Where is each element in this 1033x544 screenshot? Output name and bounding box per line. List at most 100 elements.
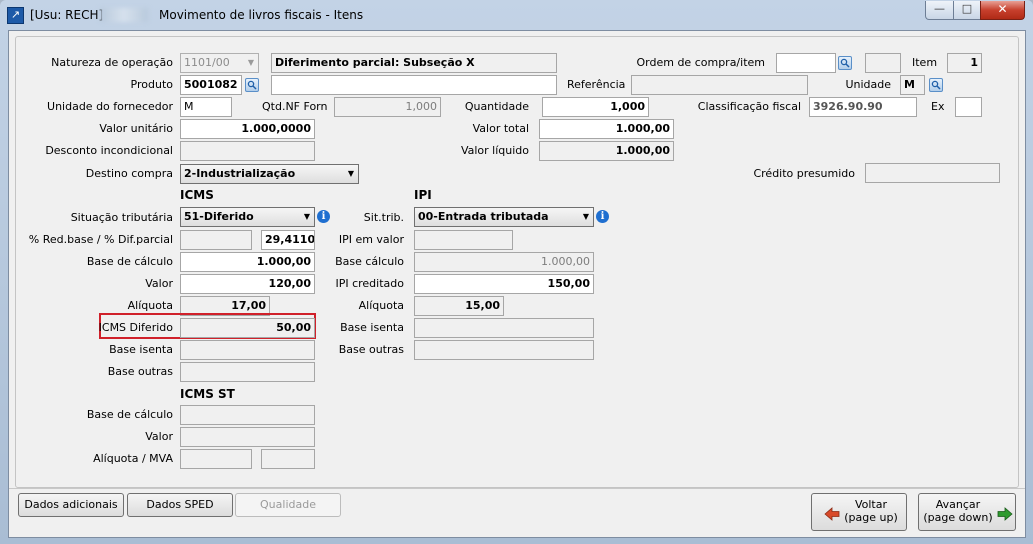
qualidade-button[interactable]: Qualidade [235, 493, 341, 517]
referencia-label: Referência [567, 78, 626, 91]
ipi-sit-trib-value: 00-Entrada tributada [418, 210, 549, 223]
qtd-nf-forn-field: 1,000 [334, 97, 441, 117]
valor-total-input[interactable]: 1.000,00 [539, 119, 674, 139]
produto-input[interactable]: 5001082 [180, 75, 242, 95]
unidade-search-icon[interactable] [929, 78, 943, 92]
natureza-description: Diferimento parcial: Subseção X [271, 53, 557, 73]
valor-liquido-label: Valor líquido [460, 144, 529, 157]
unidade-label: Unidade [845, 78, 891, 91]
classificacao-fiscal-input[interactable]: 3926.90.90 [809, 97, 917, 117]
dados-adicionais-button[interactable]: Dados adicionais [18, 493, 124, 517]
ipi-creditado-input[interactable]: 150,00 [414, 274, 594, 294]
icms-aliquota-label: Alíquota [127, 299, 173, 312]
ipi-base-calculo-label: Base cálculo [335, 255, 404, 268]
desconto-label: Desconto incondicional [45, 144, 173, 157]
credito-presumido-label: Crédito presumido [753, 167, 855, 180]
dados-adicionais-label: Dados adicionais [24, 498, 118, 511]
natureza-value: 1101/00 [184, 56, 230, 69]
valor-liquido-field: 1.000,00 [539, 141, 674, 161]
icms-st-aliquota-mva-label: Alíquota / MVA [93, 452, 173, 465]
unidade-fornecedor-label: Unidade do fornecedor [47, 100, 173, 113]
valor-unitario-label: Valor unitário [99, 122, 173, 135]
ipi-base-outras-label: Base outras [338, 343, 404, 356]
minimize-button[interactable]: — [925, 1, 954, 20]
window: ↗ [Usu: RECH] Movimento de livros fiscai… [0, 0, 1033, 544]
natureza-label: Natureza de operação [51, 56, 173, 69]
produto-search-icon[interactable] [245, 78, 259, 92]
dados-sped-label: Dados SPED [146, 498, 214, 511]
destino-compra-select[interactable]: 2-Industrialização ▼ [180, 164, 359, 184]
icms-base-isenta-label: Base isenta [109, 343, 173, 356]
ipi-valor-field [414, 230, 513, 250]
item-label: Item [912, 56, 938, 69]
chevron-down-icon: ▼ [347, 169, 354, 178]
app-icon: ↗ [7, 7, 24, 24]
produto-description-input[interactable] [271, 75, 557, 95]
voltar-label: Voltar [854, 498, 888, 511]
desconto-field [180, 141, 315, 161]
red-base-label: % Red.base / % Dif.parcial [28, 233, 173, 246]
avancar-button[interactable]: Avançar (page down) [918, 493, 1016, 531]
ipi-aliquota-label: Alíquota [358, 299, 404, 312]
ipi-info-icon[interactable]: i [596, 210, 609, 223]
quantidade-input[interactable]: 1,000 [542, 97, 649, 117]
quantidade-label: Quantidade [464, 100, 529, 113]
chevron-down-icon: ▼ [582, 212, 589, 221]
ordem-search-icon[interactable] [838, 56, 852, 70]
window-user-label: [Usu: RECH] [30, 8, 104, 22]
ex-input[interactable] [955, 97, 982, 117]
ipi-base-calculo-field: 1.000,00 [414, 252, 594, 272]
arrow-right-icon [997, 507, 1013, 521]
dados-sped-button[interactable]: Dados SPED [127, 493, 233, 517]
qtd-nf-forn-label: Qtd.NF Forn [262, 100, 328, 113]
ordem-label: Ordem de compra/item [636, 56, 766, 69]
credito-presumido-field [865, 163, 1000, 183]
ipi-base-isenta-field [414, 318, 594, 338]
icms-st-aliquota-field [180, 449, 252, 469]
produto-label: Produto [130, 78, 173, 91]
maximize-button[interactable]: □ [953, 1, 981, 20]
icms-situacao-select[interactable]: 51-Diferido ▼ [180, 207, 315, 227]
red-base-field [180, 230, 252, 250]
icms-valor-input[interactable]: 120,00 [180, 274, 315, 294]
title-bar[interactable]: ↗ [Usu: RECH] Movimento de livros fiscai… [0, 0, 1033, 30]
unidade-fornecedor-input[interactable]: M [180, 97, 232, 117]
dif-parcial-input[interactable]: 29,4110 [261, 230, 315, 250]
redacted-area [100, 8, 148, 22]
avancar-label: Avançar [935, 498, 981, 511]
classificacao-fiscal-label: Classificação fiscal [697, 100, 801, 113]
voltar-button[interactable]: Voltar (page up) [811, 493, 907, 531]
icms-info-icon[interactable]: i [317, 210, 330, 223]
icms-diferido-field: 50,00 [180, 318, 315, 338]
valor-unitario-input[interactable]: 1.000,0000 [180, 119, 315, 139]
unidade-field: M [900, 75, 925, 95]
avancar-shortcut: (page down) [923, 511, 993, 524]
icms-base-isenta-field [180, 340, 315, 360]
chevron-down-icon: ▼ [247, 58, 254, 67]
icms-section-title: ICMS [180, 188, 214, 202]
qualidade-label: Qualidade [260, 498, 316, 511]
ipi-valor-label: IPI em valor [338, 233, 404, 246]
natureza-select[interactable]: 1101/00 ▼ [180, 53, 259, 73]
valor-total-label: Valor total [472, 122, 529, 135]
close-button[interactable]: ✕ [980, 1, 1025, 20]
voltar-shortcut: (page up) [844, 511, 898, 524]
footer-separator [9, 488, 1025, 489]
icms-st-section-title: ICMS ST [180, 387, 235, 401]
icms-st-base-calculo-field [180, 405, 315, 425]
ipi-section-title: IPI [414, 188, 432, 202]
ordem-item-field [865, 53, 901, 73]
destino-compra-value: 2-Industrialização [184, 167, 296, 180]
icms-st-valor-field [180, 427, 315, 447]
icms-valor-label: Valor [145, 277, 173, 290]
ex-label: Ex [931, 100, 945, 113]
ipi-sit-trib-select[interactable]: 00-Entrada tributada ▼ [414, 207, 594, 227]
icms-base-outras-label: Base outras [107, 365, 173, 378]
arrow-left-icon [824, 507, 840, 521]
ordem-compra-input[interactable] [776, 53, 836, 73]
icms-st-valor-label: Valor [145, 430, 173, 443]
icms-diferido-label: ICMS Diferido [98, 321, 173, 334]
icms-base-calculo-input[interactable]: 1.000,00 [180, 252, 315, 272]
dialog-body: Natureza de operação 1101/00 ▼ Diferimen… [8, 30, 1026, 538]
icms-situacao-label: Situação tributária [70, 211, 173, 224]
